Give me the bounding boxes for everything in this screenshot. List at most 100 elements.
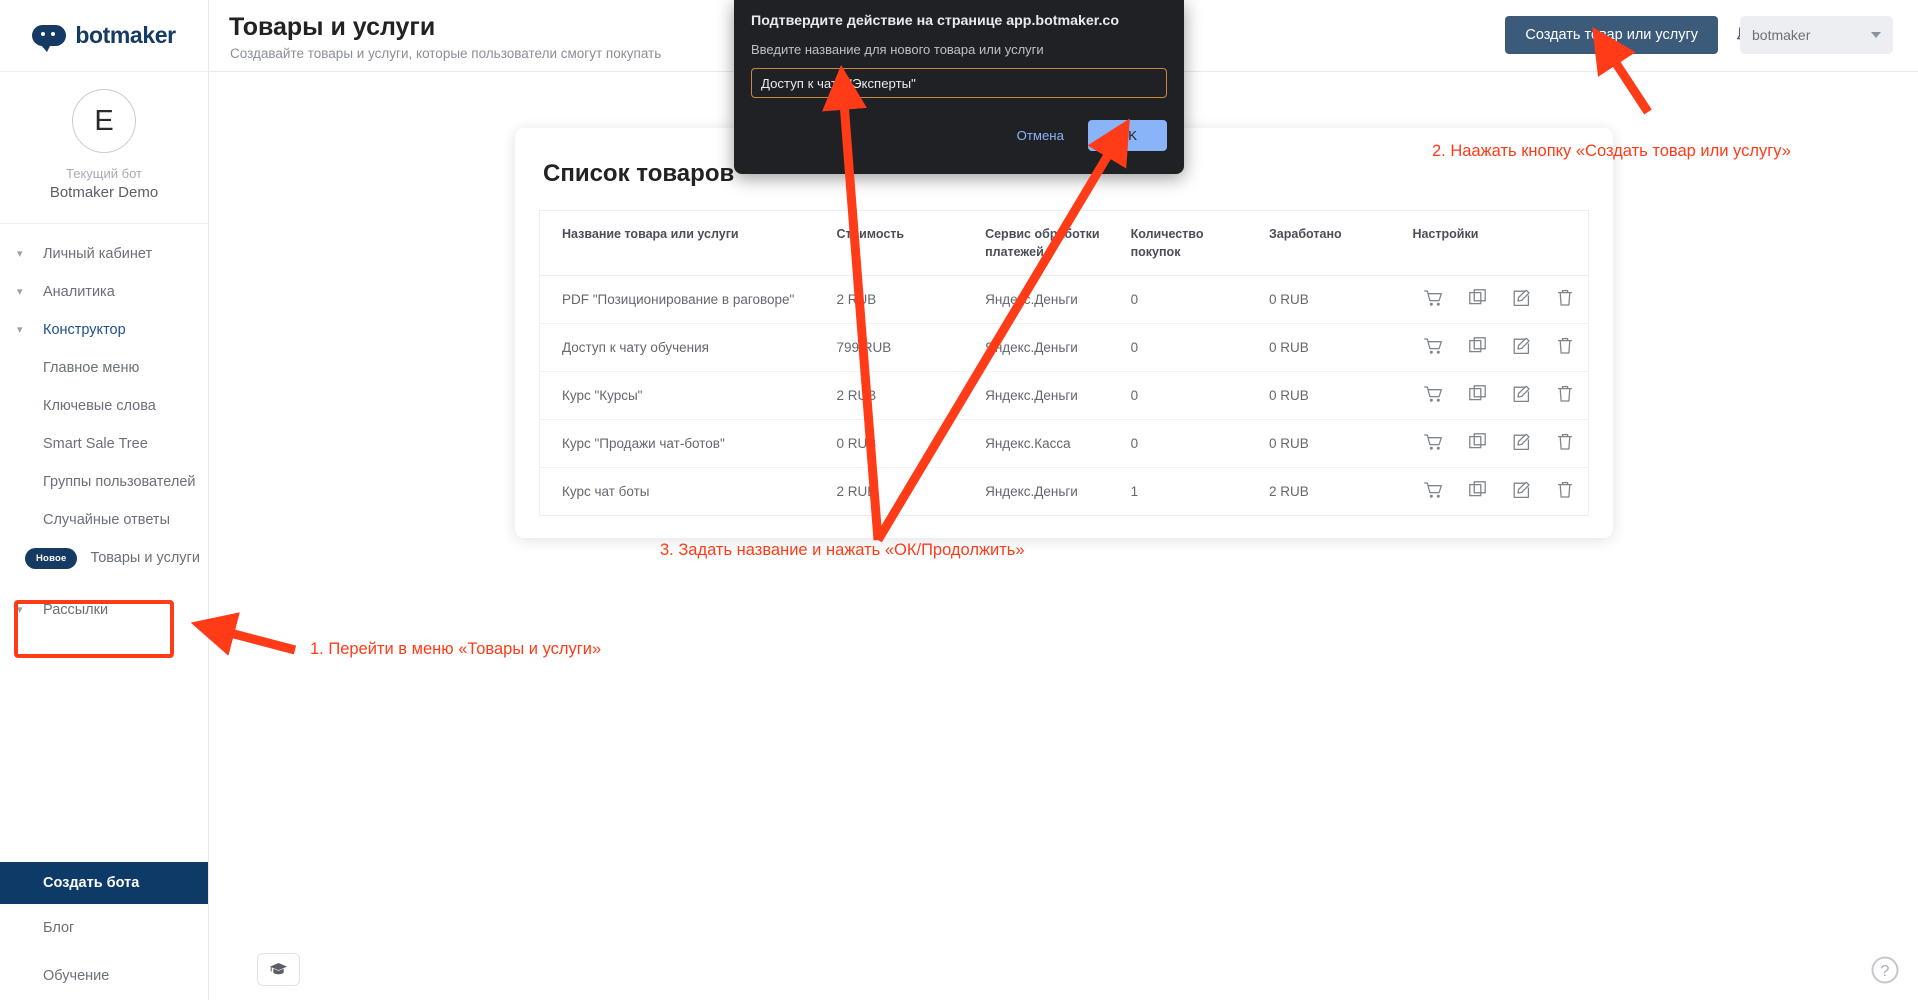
sidebar-item-random-answers[interactable]: Случайные ответы <box>0 501 208 539</box>
cell-price: 799 RUB <box>826 323 976 373</box>
sidebar-group-label: Аналитика <box>43 284 115 300</box>
cell-quantity: 1 <box>1130 484 1139 500</box>
current-bot-label: Текущий бот <box>66 166 142 181</box>
sidebar-group-analytics[interactable]: ▾ Аналитика <box>0 273 208 311</box>
cell-quantity: 0 <box>1120 371 1259 421</box>
cell-earned: 0 RUB <box>1258 323 1403 373</box>
column-header-settings: Настройки <box>1402 210 1589 277</box>
sidebar-footer: Создать бота Блог Обучение <box>0 862 208 1000</box>
sidebar-item-label: Smart Sale Tree <box>43 436 148 452</box>
account-selector[interactable]: botmaker <box>1740 16 1893 54</box>
cell-service: Яндекс.Деньги <box>975 275 1121 325</box>
edit-icon[interactable] <box>1513 289 1531 310</box>
sidebar-group-label: Личный кабинет <box>43 246 153 262</box>
sidebar-item-label: Обучение <box>43 968 110 984</box>
cart-icon[interactable] <box>1424 482 1443 502</box>
cell-product-name: Курс "Курсы" <box>539 371 827 421</box>
cart-icon[interactable] <box>1424 290 1443 310</box>
current-bot-name: Botmaker Demo <box>49 184 159 201</box>
cell-quantity: 0 <box>1120 275 1259 325</box>
cell-product-name: Курс чат боты <box>562 484 650 500</box>
sidebar-item-products-services[interactable]: Новое Товары и услуги <box>0 539 208 577</box>
create-bot-button[interactable]: Создать бота <box>0 862 208 904</box>
sidebar-group-personal[interactable]: ▾ Личный кабинет <box>0 235 208 273</box>
copy-icon[interactable] <box>1469 289 1487 310</box>
trash-icon[interactable] <box>1557 385 1573 406</box>
sidebar-item-blog[interactable]: Блог <box>0 904 208 952</box>
cell-actions <box>1402 419 1589 469</box>
copy-icon[interactable] <box>1469 481 1487 502</box>
cell-price: 0 RUB <box>826 419 976 469</box>
dialog-message: Введите название для нового товара или у… <box>751 42 1044 57</box>
copy-icon[interactable] <box>1469 337 1487 358</box>
sidebar-group-constructor[interactable]: ▾ Конструктор <box>0 311 208 349</box>
sidebar: botmaker E Текущий бот Botmaker Demo ▾ Л… <box>0 0 209 1000</box>
cart-icon[interactable] <box>1424 338 1443 358</box>
edit-icon[interactable] <box>1513 433 1531 454</box>
create-bot-label: Создать бота <box>43 875 140 891</box>
trash-icon[interactable] <box>1557 289 1573 310</box>
trash-icon[interactable] <box>1557 337 1573 358</box>
cell-earned: 2 RUB <box>1268 484 1309 500</box>
current-bot-card: E Текущий бот Botmaker Demo <box>0 72 208 224</box>
edit-icon[interactable] <box>1513 481 1531 502</box>
cell-price: 2 RUB <box>826 275 976 325</box>
page-subtitle: Создавайте товары и услуги, которые поль… <box>230 46 662 61</box>
cell-product-name: Курс "Продажи чат-ботов" <box>539 419 827 469</box>
trash-icon[interactable] <box>1557 433 1573 454</box>
cell-earned: 0 RUB <box>1258 371 1403 421</box>
dialog-title: Подтвердите действие на странице app.bot… <box>751 13 1119 29</box>
browser-prompt-dialog: Подтвердите действие на странице app.bot… <box>734 0 1184 174</box>
cell-service: Яндекс.Деньги <box>975 323 1121 373</box>
annotation-step-2: 2. Наажать кнопку «Создать товар или усл… <box>1432 142 1791 160</box>
graduation-cap-icon <box>270 963 287 975</box>
ok-button[interactable]: OK <box>1087 120 1167 151</box>
table-header-row: Название товара или услуги Стоимость Сер… <box>539 210 1589 277</box>
trash-icon[interactable] <box>1557 481 1573 502</box>
cancel-button[interactable]: Отмена <box>1005 121 1076 150</box>
chevron-down-icon: ▾ <box>17 323 23 336</box>
chevron-down-icon <box>1871 32 1881 38</box>
edit-icon[interactable] <box>1513 337 1531 358</box>
cart-icon[interactable] <box>1424 434 1443 454</box>
cell-product-name: PDF "Позиционирование в раговоре" <box>539 275 827 325</box>
products-table: Название товара или услуги Стоимость Сер… <box>539 210 1589 517</box>
cell-service: Яндекс.Касса <box>975 419 1121 469</box>
cell-quantity: 0 <box>1120 419 1259 469</box>
help-button[interactable]: ? <box>1870 955 1900 985</box>
cart-icon[interactable] <box>1424 386 1443 406</box>
cell-actions <box>1402 323 1589 373</box>
table-row: Доступ к чату обучения 799 RUB Яндекс.День… <box>539 323 1589 373</box>
sidebar-item-label: Случайные ответы <box>43 512 170 528</box>
table-row: Курс чат боты 2 RUB Яндекс.Деньги 1 2 RUB <box>540 468 1589 516</box>
dialog-input[interactable] <box>751 68 1167 98</box>
table-row: Курс "Курсы" 2 RUB Яндекс.Деньги 0 0 RUB <box>539 371 1589 421</box>
edit-icon[interactable] <box>1513 385 1531 406</box>
education-button[interactable] <box>257 953 300 986</box>
account-name: botmaker <box>1752 27 1811 43</box>
highlight-box-products-menu <box>14 600 174 658</box>
chevron-down-icon: ▾ <box>17 285 23 298</box>
copy-icon[interactable] <box>1469 433 1487 454</box>
brand-logo[interactable]: botmaker <box>0 0 208 72</box>
chevron-down-icon: ▾ <box>17 247 23 260</box>
sidebar-item-label: Ключевые слова <box>43 398 156 414</box>
cell-actions <box>1402 371 1589 421</box>
sidebar-item-education[interactable]: Обучение <box>0 952 208 1000</box>
create-product-button[interactable]: Создать товар или услугу <box>1505 16 1718 54</box>
sidebar-item-smart-sale-tree[interactable]: Smart Sale Tree <box>0 425 208 463</box>
cell-actions <box>1402 468 1588 516</box>
page-title: Товары и услуги <box>229 13 436 41</box>
cell-service: Яндекс.Деньги <box>985 484 1078 500</box>
column-header-earned: Заработано <box>1258 210 1403 277</box>
column-header-service: Сервис обработки платежей <box>975 210 1121 277</box>
annotation-step-1: 1. Перейти в меню «Товары и услуги» <box>310 640 602 658</box>
copy-icon[interactable] <box>1469 385 1487 406</box>
sidebar-item-label: Группы пользователей <box>43 474 196 490</box>
sidebar-item-keywords[interactable]: Ключевые слова <box>0 387 208 425</box>
sidebar-item-main-menu[interactable]: Главное меню <box>0 349 208 387</box>
dialog-actions: Отмена OK <box>751 120 1167 151</box>
sidebar-item-user-groups[interactable]: Группы пользователей <box>0 463 208 501</box>
annotation-step-3: 3. Задать название и нажать «ОК/Продолжи… <box>660 541 1025 559</box>
column-header-qty: Количество покупок <box>1120 210 1259 277</box>
